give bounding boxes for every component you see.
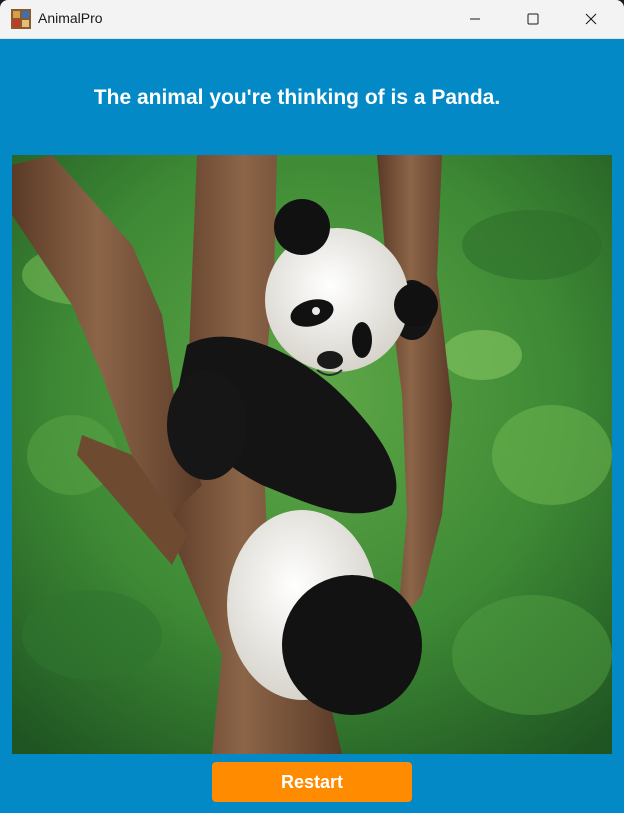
app-window: AnimalPro The animal you're thinking of … (0, 0, 624, 813)
app-icon (11, 9, 31, 29)
minimize-icon (470, 18, 480, 20)
window-title: AnimalPro (38, 10, 103, 26)
maximize-icon (527, 13, 539, 25)
minimize-button[interactable] (446, 0, 504, 38)
close-button[interactable] (562, 0, 620, 38)
restart-button[interactable]: Restart (212, 762, 412, 802)
title-bar: AnimalPro (0, 0, 624, 39)
panda-photo (12, 155, 612, 754)
close-icon (585, 13, 597, 25)
result-message: The animal you're thinking of is a Panda… (93, 86, 501, 109)
maximize-button[interactable] (504, 0, 562, 38)
